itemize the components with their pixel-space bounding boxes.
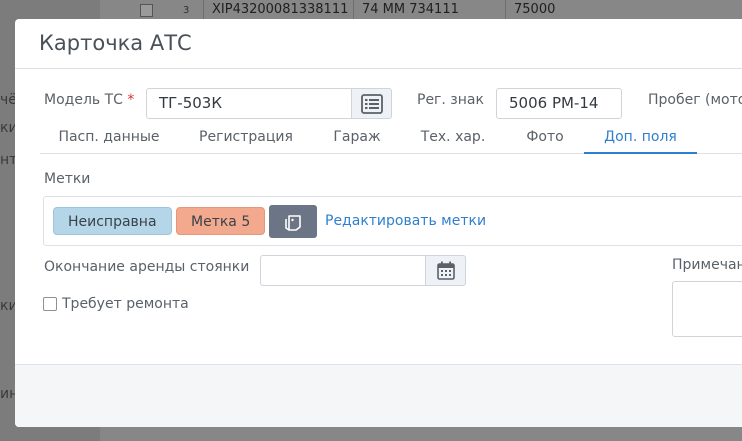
tab-photo[interactable]: Фото bbox=[506, 123, 584, 154]
needs-repair-checkbox[interactable] bbox=[43, 297, 57, 311]
model-label-text: Модель ТС bbox=[44, 92, 123, 108]
modal-title: Карточка АТС bbox=[39, 31, 192, 55]
tags-icon bbox=[285, 214, 301, 231]
tags-label: Метки bbox=[44, 171, 91, 187]
tags-container: Неисправна Метка 5 Редактировать метки bbox=[43, 196, 742, 246]
calendar-icon bbox=[436, 261, 455, 280]
tab-garage[interactable]: Гараж bbox=[314, 123, 400, 154]
needs-repair-label: Требует ремонта bbox=[62, 296, 189, 312]
row-number: 74 ММ 734111 bbox=[353, 0, 505, 20]
vehicle-card-modal: Карточка АТС Модель ТС * ТГ-503К Рег. зн… bbox=[15, 19, 742, 427]
tab-registration[interactable]: Регистрация bbox=[178, 123, 314, 154]
table-row: 3 XIP43200081338111 74 ММ 734111 75000 bbox=[130, 0, 605, 20]
list-icon bbox=[360, 93, 383, 114]
reg-sign-label: Рег. знак bbox=[417, 92, 484, 108]
note-textarea[interactable] bbox=[672, 281, 742, 337]
mileage-label: Пробег (мото bbox=[648, 92, 742, 108]
row-index: 3 bbox=[183, 4, 190, 16]
parking-lease-end-input[interactable] bbox=[260, 255, 426, 286]
row-vin: XIP43200081338111 bbox=[203, 0, 353, 20]
model-label: Модель ТС * bbox=[44, 92, 134, 108]
reg-sign-input[interactable]: 5006 РМ-14 bbox=[496, 88, 622, 119]
tab-extra-fields[interactable]: Доп. поля bbox=[584, 123, 697, 154]
modal-footer bbox=[15, 364, 742, 427]
edit-tags-link[interactable]: Редактировать метки bbox=[325, 207, 486, 235]
model-list-button[interactable] bbox=[351, 88, 392, 119]
note-label: Примечан bbox=[672, 257, 742, 273]
required-mark: * bbox=[127, 92, 135, 108]
model-input[interactable]: ТГ-503К bbox=[146, 88, 352, 119]
tag-badge[interactable]: Неисправна bbox=[53, 207, 172, 235]
parking-lease-end-label: Окончание аренды стоянки bbox=[44, 259, 250, 275]
tab-passport-data[interactable]: Пасп. данные bbox=[40, 123, 178, 154]
row-checkbox bbox=[140, 3, 153, 17]
tab-tech-specs[interactable]: Тех. хар. bbox=[400, 123, 506, 154]
date-picker-button[interactable] bbox=[425, 255, 466, 286]
tag-badge[interactable]: Метка 5 bbox=[176, 207, 266, 235]
modal-header: Карточка АТС bbox=[15, 19, 742, 69]
row-value: 75000 bbox=[505, 0, 605, 20]
tab-bar: Пасп. данные Регистрация Гараж Тех. хар.… bbox=[40, 123, 742, 154]
edit-tags-button[interactable] bbox=[269, 205, 317, 238]
